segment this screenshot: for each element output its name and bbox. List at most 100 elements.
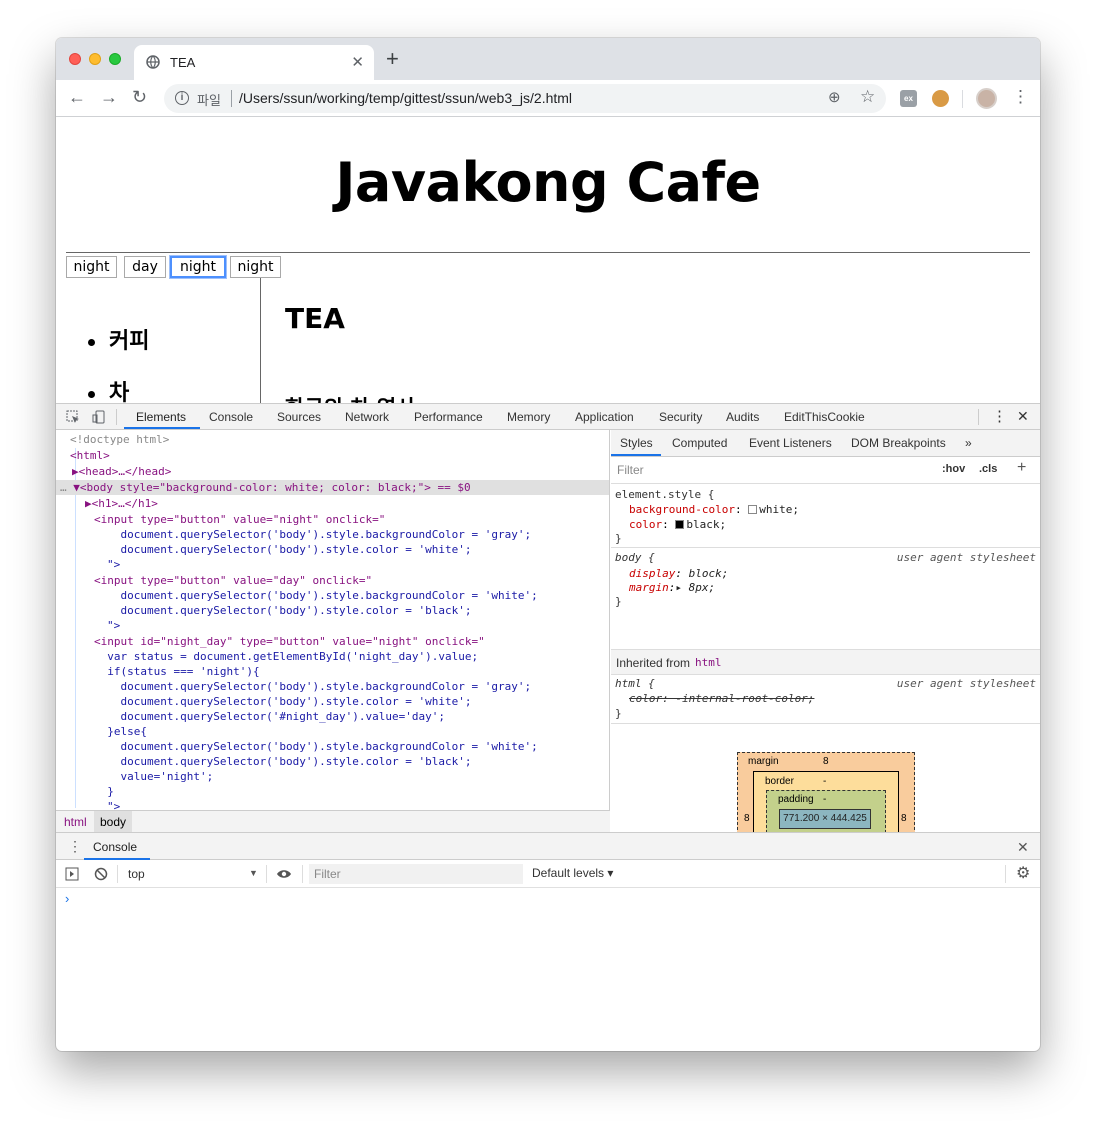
tab-editthiscookie[interactable]: EditThisCookie xyxy=(784,410,865,424)
code-line[interactable]: "> xyxy=(107,557,120,572)
info-icon[interactable]: i xyxy=(175,91,189,105)
device-toolbar-icon[interactable] xyxy=(92,410,106,424)
code-line[interactable]: if(status === 'night'){ xyxy=(94,664,259,679)
clear-console-icon[interactable] xyxy=(94,867,108,881)
console-filter-input[interactable]: Filter xyxy=(309,864,523,884)
tab-performance[interactable]: Performance xyxy=(414,410,483,424)
back-icon[interactable]: ← xyxy=(68,87,86,107)
code-line[interactable]: document.querySelector('#night_day').val… xyxy=(94,709,445,724)
margin-top-value[interactable]: 8 xyxy=(823,756,829,767)
devtools-close-icon[interactable]: ✕ xyxy=(1017,408,1029,425)
forward-icon[interactable]: → xyxy=(100,87,118,107)
drawer-menu-icon[interactable]: ⋮ xyxy=(68,838,82,855)
console-settings-gear-icon[interactable]: ⚙ xyxy=(1016,863,1030,883)
new-rule-icon[interactable]: + xyxy=(1017,459,1026,477)
browser-tab[interactable]: TEA ✕ xyxy=(134,45,374,80)
box-content-size[interactable]: 771.200 × 444.425 xyxy=(779,809,871,829)
chrome-menu-icon[interactable]: ⋮ xyxy=(1012,87,1029,107)
tab-network[interactable]: Network xyxy=(345,410,389,424)
content-subtitle: 한국의 차 역사 xyxy=(285,392,416,403)
code-line[interactable]: <!doctype html> xyxy=(70,432,169,447)
tab-memory[interactable]: Memory xyxy=(507,410,550,424)
hov-toggle[interactable]: :hov xyxy=(942,463,965,475)
devtools-menu-icon[interactable]: ⋮ xyxy=(992,407,1007,425)
rule-selector[interactable]: body { xyxy=(615,551,655,565)
eye-icon[interactable] xyxy=(276,868,292,880)
code-line[interactable]: document.querySelector('body').style.col… xyxy=(94,754,471,769)
code-line[interactable]: value='night'; xyxy=(94,769,213,784)
console-drawer-tab[interactable]: Console xyxy=(93,840,137,854)
code-line-selected[interactable]: … ▼<body style="background-color: white;… xyxy=(56,480,609,495)
padding-top-value[interactable]: - xyxy=(823,794,826,805)
rule-selector[interactable]: element.style { xyxy=(615,488,714,502)
nav-item-coffee[interactable]: 커피 xyxy=(88,323,149,355)
reload-icon[interactable]: ↻ xyxy=(132,87,147,107)
zoom-icon[interactable]: ⊕ xyxy=(828,88,841,106)
tab-close-icon[interactable]: ✕ xyxy=(351,53,364,71)
code-line[interactable]: document.querySelector('body').style.col… xyxy=(94,694,471,709)
sidebar-toggle-icon[interactable] xyxy=(65,867,79,881)
tab-dom-breakpoints[interactable]: DOM Breakpoints xyxy=(851,436,946,450)
night-button[interactable]: night xyxy=(66,256,117,278)
console-prompt[interactable]: › xyxy=(65,891,69,906)
styles-filter-input[interactable]: Filter xyxy=(613,460,931,480)
rule-selector[interactable]: html { xyxy=(615,677,655,691)
code-line[interactable]: document.querySelector('body').style.col… xyxy=(94,542,471,557)
code-line[interactable]: ▶<h1>…</h1> xyxy=(85,496,158,511)
devtools-tabbar: Elements Console Sources Network Perform… xyxy=(56,403,1040,430)
inherited-tag[interactable]: html xyxy=(695,656,722,669)
editthiscookie-icon[interactable] xyxy=(932,90,949,107)
more-tabs-icon[interactable]: » xyxy=(965,436,972,450)
day-button[interactable]: day xyxy=(124,256,166,278)
style-property[interactable]: background-color: white; xyxy=(629,503,799,517)
log-levels-select[interactable]: Default levels ▾ xyxy=(532,866,613,880)
tab-application[interactable]: Application xyxy=(575,410,634,424)
new-tab-button[interactable]: + xyxy=(386,48,399,70)
close-window-button[interactable] xyxy=(69,53,81,65)
tab-event-listeners[interactable]: Event Listeners xyxy=(749,436,832,450)
tab-computed[interactable]: Computed xyxy=(672,436,727,450)
border-top-value[interactable]: - xyxy=(823,776,826,787)
address-bar[interactable]: i 파일 /Users/ssun/working/temp/gittest/ss… xyxy=(164,84,886,113)
cls-toggle[interactable]: .cls xyxy=(979,463,997,475)
code-line[interactable]: document.querySelector('body').style.col… xyxy=(94,603,471,618)
tab-styles[interactable]: Styles xyxy=(620,436,653,450)
code-line[interactable]: "> xyxy=(107,618,120,633)
extension-ex-icon[interactable]: ex xyxy=(900,90,917,107)
code-line[interactable]: document.querySelector('body').style.bac… xyxy=(94,588,537,603)
code-line[interactable]: ▶<head>…</head> xyxy=(72,464,171,479)
tab-security[interactable]: Security xyxy=(659,410,702,424)
inspect-element-icon[interactable] xyxy=(66,410,80,424)
context-select[interactable]: top xyxy=(128,867,145,881)
breadcrumb-html[interactable]: html xyxy=(64,815,87,829)
night-button-2[interactable]: night xyxy=(230,256,281,278)
margin-left-value[interactable]: 8 xyxy=(744,813,750,824)
night-day-toggle-button[interactable]: night xyxy=(170,256,226,278)
code-line[interactable]: <html> xyxy=(70,448,110,463)
code-line[interactable]: var status = document.getElementById('ni… xyxy=(94,649,478,664)
bookmark-star-icon[interactable]: ☆ xyxy=(860,87,875,107)
tab-sources[interactable]: Sources xyxy=(277,410,321,424)
margin-right-value[interactable]: 8 xyxy=(901,813,907,824)
code-line[interactable]: document.querySelector('body').style.bac… xyxy=(94,527,531,542)
code-line[interactable]: document.querySelector('body').style.bac… xyxy=(94,679,531,694)
drawer-close-icon[interactable]: ✕ xyxy=(1017,839,1029,856)
code-line[interactable]: <input id="night_day" type="button" valu… xyxy=(94,634,485,649)
code-line[interactable]: <input type="button" value="night" oncli… xyxy=(94,512,385,527)
tab-audits[interactable]: Audits xyxy=(726,410,759,424)
tab-elements[interactable]: Elements xyxy=(136,410,186,424)
code-line[interactable]: }else{ xyxy=(94,724,147,739)
profile-avatar[interactable] xyxy=(976,88,997,109)
code-line[interactable]: "> xyxy=(107,799,120,810)
url-text[interactable]: /Users/ssun/working/temp/gittest/ssun/we… xyxy=(239,90,572,106)
style-property[interactable]: color: black; xyxy=(629,518,726,532)
context-dropdown-icon[interactable]: ▼ xyxy=(249,868,258,878)
code-line[interactable]: <input type="button" value="day" onclick… xyxy=(94,573,372,588)
zoom-window-button[interactable] xyxy=(109,53,121,65)
breadcrumb-body[interactable]: body xyxy=(94,811,133,833)
nav-item-tea[interactable]: 차 xyxy=(88,375,129,403)
code-line[interactable]: document.querySelector('body').style.bac… xyxy=(94,739,537,754)
minimize-window-button[interactable] xyxy=(89,53,101,65)
tab-console[interactable]: Console xyxy=(209,410,253,424)
code-line[interactable]: } xyxy=(94,784,114,799)
